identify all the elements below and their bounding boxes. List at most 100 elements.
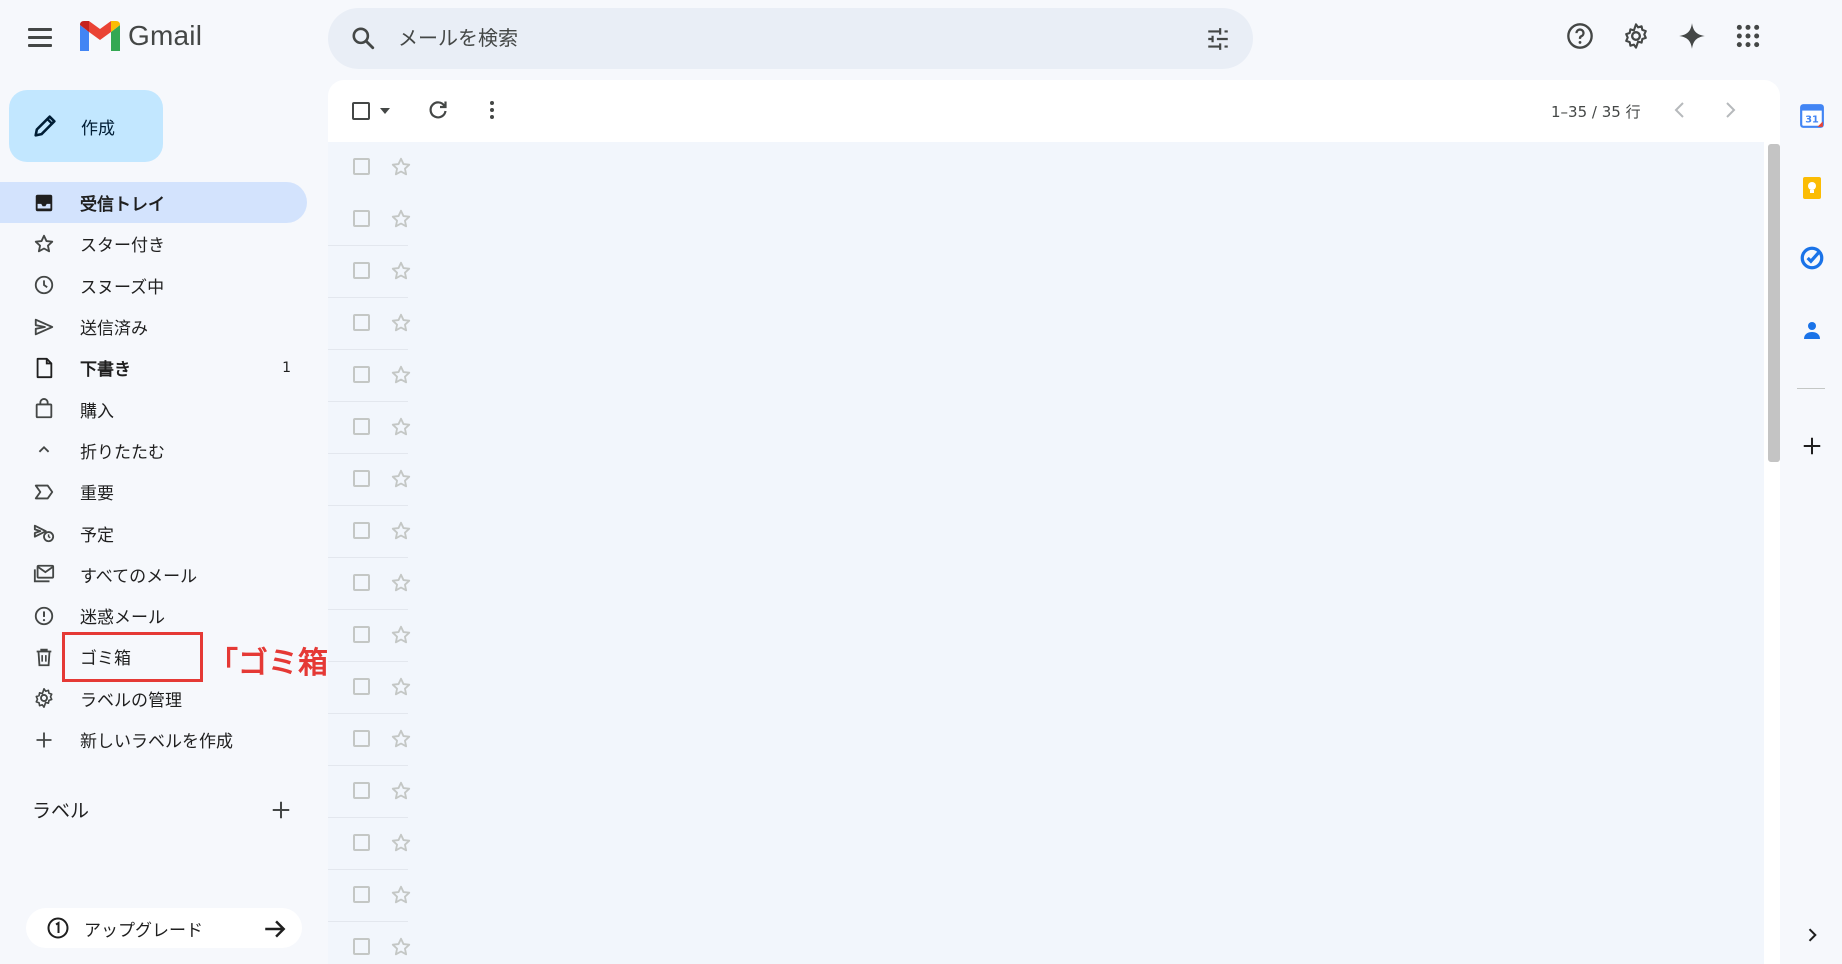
row-star-icon[interactable] (390, 832, 412, 858)
sidebar-item-inbox[interactable]: 受信トレイ (0, 182, 307, 224)
table-row[interactable] (328, 610, 411, 662)
select-all-checkbox[interactable] (352, 102, 370, 120)
row-star-icon[interactable] (390, 312, 412, 338)
keep-app-icon[interactable] (1799, 175, 1825, 201)
add-app-plus-icon[interactable] (1799, 433, 1825, 459)
table-row[interactable] (328, 298, 411, 350)
table-row[interactable] (328, 350, 411, 402)
scheduled-icon (32, 521, 56, 545)
table-row[interactable] (328, 558, 411, 610)
row-star-icon[interactable] (390, 572, 412, 598)
gemini-sparkle-icon[interactable] (1676, 20, 1708, 52)
sidebar-item-label: 送信済み (80, 319, 148, 340)
table-row[interactable] (328, 402, 411, 454)
row-star-icon[interactable] (390, 624, 412, 650)
table-row[interactable] (328, 818, 411, 870)
calendar-app-icon[interactable]: 31 (1799, 103, 1825, 129)
apps-grid-icon[interactable] (1732, 20, 1764, 52)
sidebar-item-label: 購入 (80, 401, 114, 422)
important-icon (32, 480, 56, 504)
mail-list-scrollbar[interactable] (1766, 142, 1780, 964)
sidebar-item-drafts[interactable]: 下書き 1 (0, 347, 307, 388)
chevron-left-icon[interactable] (1668, 98, 1692, 122)
table-row[interactable] (328, 246, 411, 298)
row-star-icon[interactable] (390, 936, 412, 962)
row-star-icon[interactable] (390, 156, 412, 182)
row-checkbox[interactable] (353, 626, 370, 643)
row-checkbox[interactable] (353, 938, 370, 955)
row-star-icon[interactable] (390, 780, 412, 806)
sidebar-item-manage-labels[interactable]: ラベルの管理 (0, 678, 307, 719)
table-row[interactable] (328, 714, 411, 766)
more-vertical-icon[interactable] (480, 98, 504, 122)
sidebar-item-label: すべてのメール (80, 566, 198, 587)
chevron-up-icon (32, 438, 56, 462)
row-star-icon[interactable] (390, 364, 412, 390)
refresh-icon[interactable] (426, 98, 450, 122)
row-checkbox[interactable] (353, 574, 370, 591)
row-star-icon[interactable] (390, 416, 412, 442)
main-menu-icon[interactable] (28, 22, 58, 52)
row-star-icon[interactable] (390, 884, 412, 910)
row-checkbox[interactable] (353, 834, 370, 851)
search-options-icon[interactable] (1205, 26, 1231, 52)
row-checkbox[interactable] (353, 782, 370, 799)
sidebar-item-starred[interactable]: スター付き (0, 223, 307, 264)
sidebar-item-label: ラベルの管理 (80, 690, 182, 711)
sidebar-item-all-mail[interactable]: すべてのメール (0, 554, 307, 595)
search-icon[interactable] (350, 25, 376, 51)
row-checkbox[interactable] (353, 678, 370, 695)
chevron-right-icon[interactable] (1718, 98, 1742, 122)
sidebar-item-snoozed[interactable]: スヌーズ中 (0, 265, 307, 306)
contacts-app-icon[interactable] (1799, 317, 1825, 343)
labels-section-header: ラベル (32, 796, 292, 823)
sidebar-item-scheduled[interactable]: 予定 (0, 512, 307, 553)
row-checkbox[interactable] (353, 522, 370, 539)
row-star-icon[interactable] (390, 468, 412, 494)
row-checkbox[interactable] (353, 210, 370, 227)
add-label-plus-icon[interactable] (270, 799, 292, 821)
help-icon[interactable] (1564, 20, 1596, 52)
row-star-icon[interactable] (390, 520, 412, 546)
row-checkbox[interactable] (353, 262, 370, 279)
upgrade-button[interactable]: アップグレード (26, 908, 302, 948)
sidebar-item-spam[interactable]: 迷惑メール (0, 595, 307, 636)
table-row[interactable] (328, 870, 411, 922)
row-checkbox[interactable] (353, 158, 370, 175)
table-row[interactable] (328, 922, 411, 964)
row-star-icon[interactable] (390, 208, 412, 234)
sidebar-item-sent[interactable]: 送信済み (0, 306, 307, 347)
row-star-icon[interactable] (390, 260, 412, 286)
mail-toolbar: 1–35 / 35 行 (328, 80, 1780, 142)
row-star-icon[interactable] (390, 728, 412, 754)
pagination-text: 1–35 / 35 行 (1551, 103, 1641, 121)
settings-gear-icon[interactable] (1620, 20, 1652, 52)
sidebar-item-create-label[interactable]: 新しいラベルを作成 (0, 719, 307, 760)
table-row[interactable] (328, 766, 411, 818)
table-row[interactable] (328, 506, 411, 558)
tasks-app-icon[interactable] (1799, 245, 1825, 271)
row-checkbox[interactable] (353, 470, 370, 487)
gmail-logo[interactable]: Gmail (80, 20, 202, 52)
compose-button[interactable]: 作成 (9, 90, 163, 162)
row-checkbox[interactable] (353, 314, 370, 331)
compose-label: 作成 (81, 118, 115, 139)
row-star-icon[interactable] (390, 676, 412, 702)
search-input[interactable] (398, 22, 1158, 54)
row-checkbox[interactable] (353, 730, 370, 747)
sidebar-item-purchases[interactable]: 購入 (0, 388, 307, 429)
gear-icon (32, 686, 56, 710)
expand-panel-chevron-icon[interactable] (1799, 922, 1825, 948)
sidebar-item-important[interactable]: 重要 (0, 471, 307, 512)
select-dropdown-icon[interactable] (380, 108, 390, 114)
scrollbar-thumb[interactable] (1768, 144, 1780, 462)
row-checkbox[interactable] (353, 366, 370, 383)
table-row[interactable] (328, 454, 411, 506)
row-checkbox[interactable] (353, 418, 370, 435)
row-checkbox[interactable] (353, 886, 370, 903)
sidebar-item-collapse[interactable]: 折りたたむ (0, 430, 307, 471)
table-row[interactable] (328, 662, 411, 714)
trash-highlight-box (62, 632, 203, 682)
table-row[interactable] (328, 194, 411, 246)
mail-list-panel: 1–35 / 35 行 (328, 80, 1780, 964)
